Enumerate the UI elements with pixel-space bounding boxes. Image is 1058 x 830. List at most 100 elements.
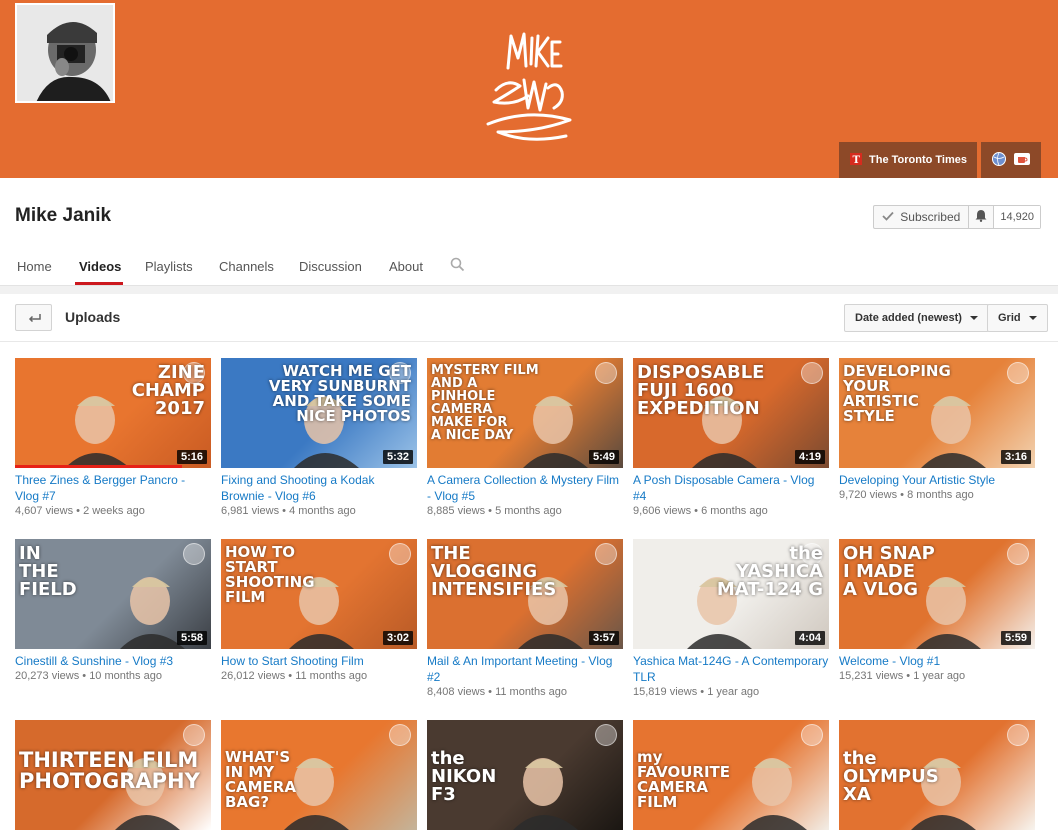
video-card[interactable]: DEVELOPING YOUR ARTISTIC STYLE 3:16 Developin… (839, 358, 1035, 501)
video-thumbnail[interactable]: DEVELOPING YOUR ARTISTIC STYLE 3:16 (839, 358, 1035, 468)
video-title-link[interactable]: A Camera Collection & Mystery Film - Vlo… (427, 472, 623, 504)
video-card[interactable]: WHAT'S IN MY CAMERA BAG? (221, 720, 417, 830)
channel-avatar[interactable] (15, 3, 115, 103)
video-card[interactable]: my FAVOURITE CAMERA FILM (633, 720, 829, 830)
banner-link-toronto-times[interactable]: T The Toronto Times (839, 142, 977, 178)
video-card[interactable]: THIRTEEN FILM PHOTOGRAPHY (15, 720, 211, 830)
tab-videos[interactable]: Videos (79, 259, 121, 274)
video-card[interactable]: the NIKON F3 (427, 720, 623, 830)
meta-separator: • (279, 505, 290, 517)
thumbnail-overlay-text: ZINE CHAMP 2017 (132, 364, 205, 418)
overlay-line: F3 (431, 784, 456, 805)
meta-separator: • (285, 670, 296, 682)
video-title-link[interactable]: Cinestill & Sunshine - Vlog #3 (15, 653, 211, 669)
upload-age: 6 months ago (701, 505, 768, 517)
meta-separator: • (79, 670, 90, 682)
globe-icon[interactable] (991, 151, 1007, 170)
video-thumbnail[interactable]: THIRTEEN FILM PHOTOGRAPHY (15, 720, 211, 830)
overlay-line: 2017 (154, 398, 205, 419)
clock-icon (801, 724, 823, 746)
video-thumbnail[interactable]: the NIKON F3 (427, 720, 623, 830)
video-card[interactable]: HOW TO START SHOOTING FILM 3:02 How to Start … (221, 539, 417, 682)
video-thumbnail[interactable]: MYSTERY FILM AND A PINHOLE CAMERA MAKE FOR A … (427, 358, 623, 468)
video-meta: 15,819 views • 1 year ago (633, 686, 829, 698)
video-card[interactable]: IN THE FIELD 5:58 Cinestill & Sunshine - Vlo… (15, 539, 211, 682)
search-icon[interactable] (450, 257, 465, 277)
upload-age: 2 weeks ago (83, 505, 145, 517)
video-card[interactable]: MYSTERY FILM AND A PINHOLE CAMERA MAKE FOR A … (427, 358, 623, 517)
video-card[interactable]: OH SNAP I MADE A VLOG 5:59 Welcome - Vlog #1… (839, 539, 1035, 682)
clock-icon (595, 543, 617, 565)
overlay-line: A NICE DAY (431, 428, 514, 443)
meta-separator: • (485, 686, 496, 698)
upload-age: 1 year ago (913, 670, 966, 682)
video-thumbnail[interactable]: THE VLOGGING INTENSIFIES 3:57 (427, 539, 623, 649)
overlay-line: XA (843, 784, 871, 805)
video-meta: 26,012 views • 11 months ago (221, 670, 417, 682)
view-dropdown[interactable]: Grid (987, 304, 1048, 332)
back-arrow-icon (27, 309, 41, 327)
video-duration: 4:04 (794, 631, 825, 645)
overlay-line: MAT-124 G (716, 579, 823, 600)
video-duration: 5:32 (382, 450, 413, 464)
sort-dropdown[interactable]: Date added (newest) (844, 304, 989, 332)
video-card[interactable]: THE VLOGGING INTENSIFIES 3:57 Mail & An Impo… (427, 539, 623, 698)
upload-age: 1 year ago (707, 686, 760, 698)
video-card[interactable]: DISPOSABLE FUJI 1600 EXPEDITION 4:19 A Posh … (633, 358, 829, 517)
video-title-link[interactable]: How to Start Shooting Film (221, 653, 417, 669)
notification-bell-button[interactable] (969, 206, 995, 228)
video-card[interactable]: the YASHICA MAT-124 G 4:04 Yashica Mat-124G … (633, 539, 829, 698)
tab-discussion[interactable]: Discussion (299, 259, 362, 274)
video-card[interactable]: WATCH ME GET VERY SUNBURNT AND TAKE SOME NI… (221, 358, 417, 517)
video-title-link[interactable]: Developing Your Artistic Style (839, 472, 1035, 488)
tab-about[interactable]: About (389, 259, 423, 274)
uploads-title: Uploads (65, 309, 121, 325)
video-thumbnail[interactable]: IN THE FIELD 5:58 (15, 539, 211, 649)
video-thumbnail[interactable]: the YASHICA MAT-124 G 4:04 (633, 539, 829, 649)
view-count: 26,012 views (221, 670, 286, 682)
overlay-line: CAMERA (225, 778, 296, 796)
back-button[interactable] (15, 304, 52, 331)
video-thumbnail[interactable]: WATCH ME GET VERY SUNBURNT AND TAKE SOME NI… (221, 358, 417, 468)
video-thumbnail[interactable]: DISPOSABLE FUJI 1600 EXPEDITION 4:19 (633, 358, 829, 468)
clock-icon (1007, 543, 1029, 565)
video-card[interactable]: the OLYMPUS XA (839, 720, 1035, 830)
clock-icon (1007, 362, 1029, 384)
thumbnail-overlay-text: the NIKON F3 (431, 750, 496, 804)
video-title-link[interactable]: Mail & An Important Meeting - Vlog #2 (427, 653, 623, 685)
video-thumbnail[interactable]: my FAVOURITE CAMERA FILM (633, 720, 829, 830)
overlay-line: FILM (637, 793, 678, 811)
video-card[interactable]: ZINE CHAMP 2017 5:16 Three Zines & Bergger P… (15, 358, 211, 517)
thumbnail-overlay-text: DISPOSABLE FUJI 1600 EXPEDITION (637, 364, 764, 418)
tab-home[interactable]: Home (17, 259, 52, 274)
video-thumbnail[interactable]: OH SNAP I MADE A VLOG 5:59 (839, 539, 1035, 649)
tab-channels[interactable]: Channels (219, 259, 274, 274)
uploads-header: Uploads Date added (newest) Grid (0, 294, 1058, 342)
section-divider (0, 286, 1058, 294)
video-title-link[interactable]: A Posh Disposable Camera - Vlog #4 (633, 472, 829, 504)
channel-banner: T The Toronto Times (0, 0, 1058, 178)
meta-separator: • (697, 686, 708, 698)
video-duration: 5:16 (176, 450, 207, 464)
video-title-link[interactable]: Fixing and Shooting a Kodak Brownie - Vl… (221, 472, 417, 504)
video-thumbnail[interactable]: HOW TO START SHOOTING FILM 3:02 (221, 539, 417, 649)
channel-tabs: Home Videos Playlists Channels Discussio… (0, 248, 1058, 286)
meta-separator: • (691, 505, 702, 517)
tab-playlists[interactable]: Playlists (145, 259, 193, 274)
channel-title: Mike Janik (15, 205, 112, 226)
subscribed-label: Subscribed (900, 210, 961, 224)
subscribed-button[interactable]: Subscribed (874, 206, 970, 228)
video-thumbnail[interactable]: the OLYMPUS XA (839, 720, 1035, 830)
overlay-line: THIRTEEN FILM (19, 748, 199, 772)
overlay-line: NICE PHOTOS (296, 407, 411, 425)
video-thumbnail[interactable]: ZINE CHAMP 2017 5:16 (15, 358, 211, 468)
thumbnail-overlay-text: OH SNAP I MADE A VLOG (843, 545, 935, 599)
overlay-line: EXPEDITION (637, 398, 760, 419)
video-thumbnail[interactable]: WHAT'S IN MY CAMERA BAG? (221, 720, 417, 830)
thumbnail-overlay-text: HOW TO START SHOOTING FILM (225, 545, 315, 605)
view-count: 9,606 views (633, 505, 692, 517)
video-title-link[interactable]: Yashica Mat-124G - A Contemporary TLR (633, 653, 829, 685)
coffee-icon[interactable] (1013, 151, 1031, 170)
video-title-link[interactable]: Welcome - Vlog #1 (839, 653, 1035, 669)
video-title-link[interactable]: Three Zines & Bergger Pancro - Vlog #7 (15, 472, 211, 504)
